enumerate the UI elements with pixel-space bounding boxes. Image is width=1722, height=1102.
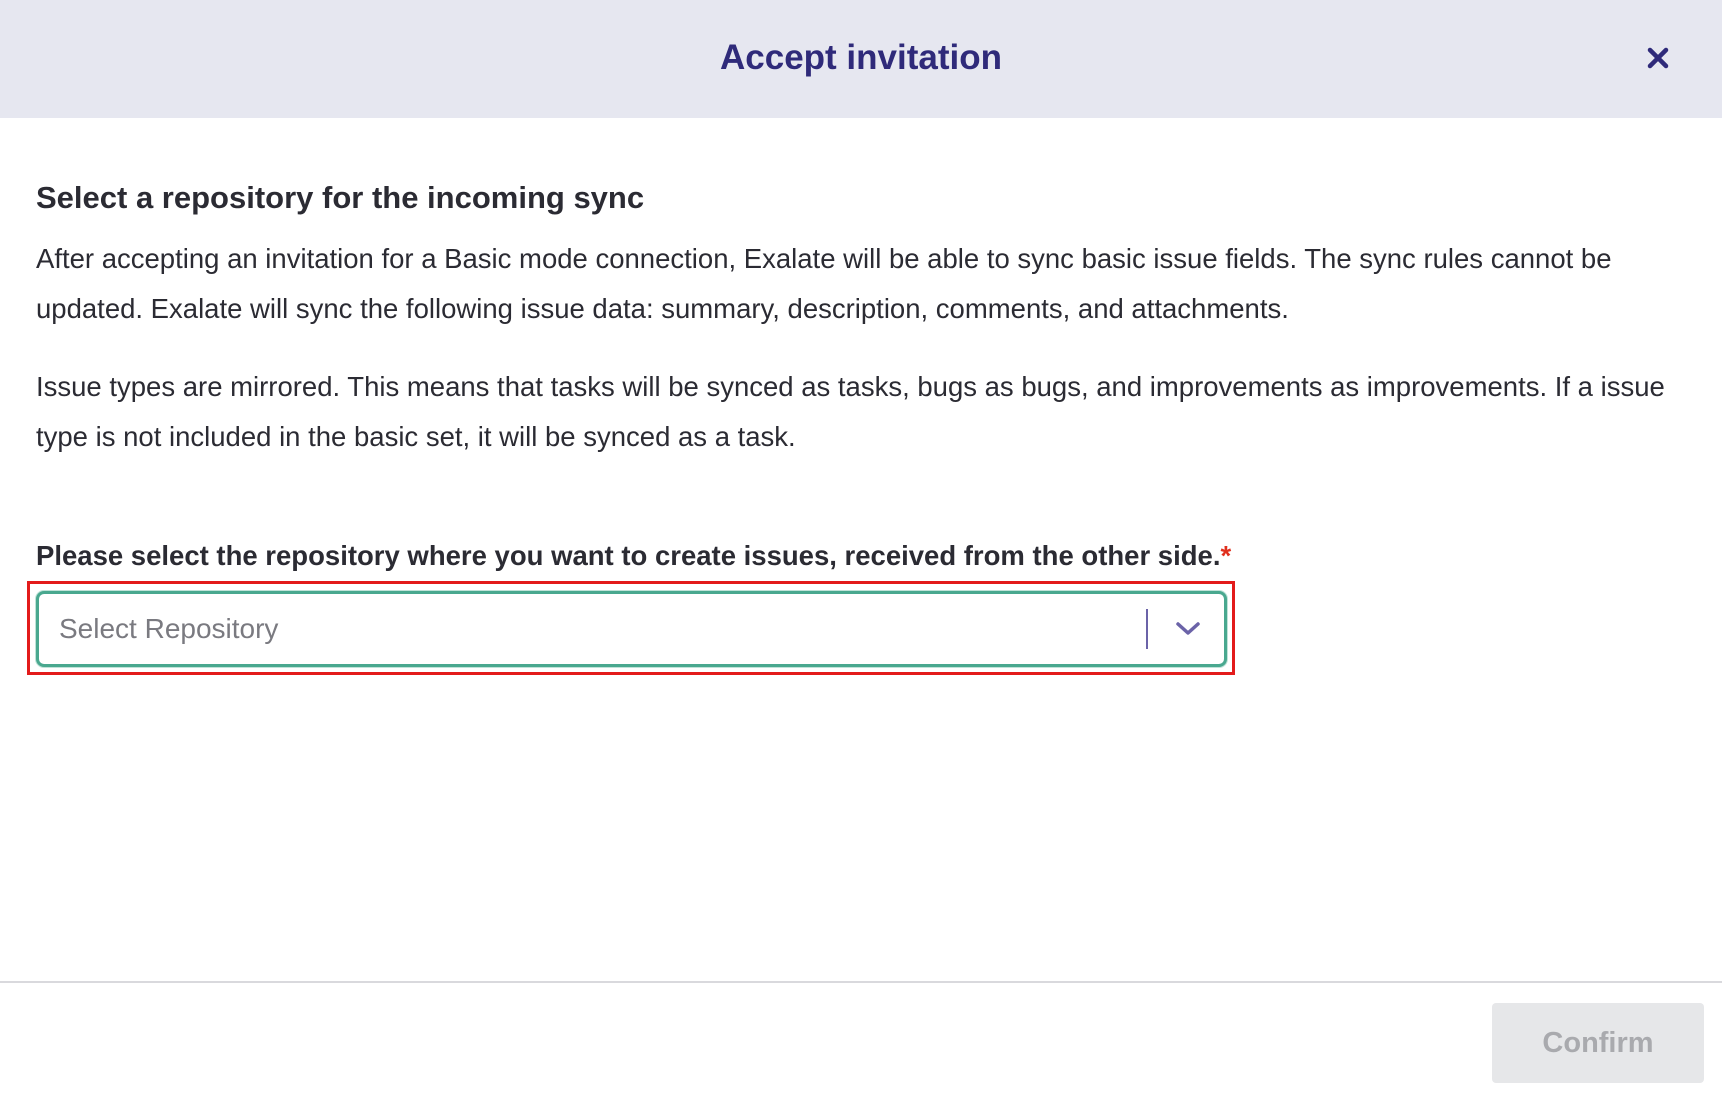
- section-heading: Select a repository for the incoming syn…: [36, 180, 645, 215]
- confirm-button[interactable]: Confirm: [1492, 1003, 1704, 1083]
- close-icon: [1647, 47, 1669, 69]
- footer-divider: [0, 981, 1722, 983]
- accept-invitation-modal: Accept invitation Select a repository fo…: [0, 0, 1722, 1102]
- repository-select[interactable]: Select Repository: [36, 591, 1227, 667]
- issue-types-paragraph: Issue types are mirrored. This means tha…: [36, 371, 1665, 452]
- repository-field-label: Please select the repository where you w…: [36, 540, 1231, 572]
- repository-select-placeholder: Select Repository: [59, 613, 279, 644]
- chevron-down-icon[interactable]: [1172, 613, 1204, 645]
- close-button[interactable]: [1642, 42, 1674, 74]
- repository-field-label-text: Please select the repository where you w…: [36, 540, 1221, 571]
- select-separator: [1146, 609, 1148, 649]
- modal-header: Accept invitation: [0, 0, 1722, 118]
- modal-title: Accept invitation: [720, 38, 1002, 77]
- sync-description-paragraph: After accepting an invitation for a Basi…: [36, 243, 1612, 324]
- required-marker: *: [1220, 540, 1232, 571]
